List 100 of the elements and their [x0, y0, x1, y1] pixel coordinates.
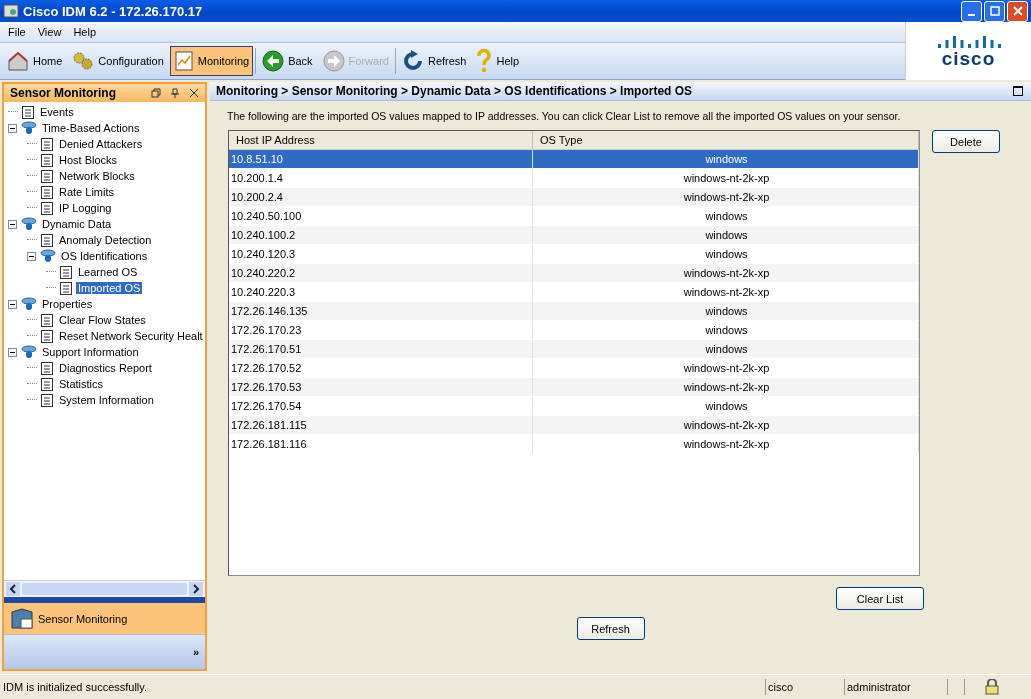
window-title: Cisco IDM 6.2 - 172.26.170.17 [23, 3, 204, 19]
refresh-icon [401, 50, 424, 72]
pin-icon[interactable] [170, 88, 180, 98]
close-icon[interactable] [189, 88, 199, 98]
document-icon [21, 104, 35, 120]
table-cell: 172.26.170.54 [229, 397, 533, 415]
table-row[interactable]: 10.8.51.10 windows [229, 150, 919, 169]
table-row[interactable]: 10.200.1.4 windows-nt-2k-xp [229, 169, 919, 188]
tree-item[interactable]: Time-Based Actions [40, 122, 142, 134]
table-row[interactable]: 172.26.170.53 windows-nt-2k-xp [229, 378, 919, 397]
table-row[interactable]: 10.240.220.2 windows-nt-2k-xp [229, 264, 919, 283]
table-cell: windows-nt-2k-xp [533, 359, 919, 377]
table-row[interactable]: 172.26.170.51 windows [229, 340, 919, 359]
tree-item[interactable]: Network Blocks [57, 170, 137, 182]
tree-item[interactable]: Imported OS [76, 282, 143, 294]
tree-item[interactable]: Rate Limits [57, 186, 117, 198]
tree-item[interactable]: Reset Network Security Healt [57, 330, 205, 342]
document-icon [40, 232, 54, 248]
table-cell: windows [533, 397, 919, 415]
gears-icon [72, 51, 95, 71]
table-row[interactable]: 172.26.170.54 windows [229, 397, 919, 416]
tree-item[interactable]: Denied Attackers [57, 138, 145, 150]
tree-item[interactable]: System Information [57, 394, 156, 406]
table-cell: 172.26.170.51 [229, 340, 533, 358]
tree-item[interactable]: Anomaly Detection [57, 234, 154, 246]
tree-item[interactable]: Learned OS [76, 266, 140, 278]
table-cell: windows-nt-2k-xp [533, 416, 919, 434]
collapse-icon[interactable] [27, 251, 37, 261]
table-row[interactable]: 172.26.181.115 windows-nt-2k-xp [229, 416, 919, 435]
table-row[interactable]: 10.200.2.4 windows-nt-2k-xp [229, 188, 919, 207]
table-row[interactable]: 172.26.146.135 windows [229, 302, 919, 321]
toolbar-button[interactable]: Refresh [397, 46, 471, 76]
more-button[interactable]: » [192, 646, 199, 658]
table-cell: 10.8.51.10 [229, 150, 533, 168]
table-cell: windows-nt-2k-xp [533, 169, 919, 187]
document-icon [40, 152, 54, 168]
panel-title: Sensor Monitoring [10, 86, 117, 100]
house-icon [7, 51, 29, 71]
table-cell: 10.240.50.100 [229, 207, 533, 225]
toolbar-button[interactable]: Help [472, 46, 524, 76]
column-header[interactable]: OS Type [533, 131, 919, 149]
document-icon [40, 392, 54, 408]
status-message: IDM is initialized successfully. [3, 681, 149, 693]
menu-item[interactable]: View [31, 26, 68, 38]
document-icon [40, 136, 54, 152]
menu-item[interactable]: Help [67, 26, 102, 38]
toolbar-button[interactable]: Home [3, 46, 67, 76]
table-cell: windows-nt-2k-xp [533, 283, 919, 301]
maximize-button[interactable] [984, 0, 1005, 22]
table-cell: windows-nt-2k-xp [533, 188, 919, 206]
table-cell: windows-nt-2k-xp [533, 264, 919, 282]
column-header[interactable]: Host IP Address [229, 131, 533, 149]
lock-icon [985, 679, 999, 695]
table-cell: windows [533, 150, 919, 168]
table-row[interactable]: 10.240.120.3 windows [229, 245, 919, 264]
tree-item[interactable]: Diagnostics Report [57, 362, 154, 374]
collapse-icon[interactable] [8, 347, 18, 357]
tree-item[interactable]: Dynamic Data [40, 218, 114, 230]
table-cell: 10.240.220.2 [229, 264, 533, 282]
table-row[interactable]: 10.240.50.100 windows [229, 207, 919, 226]
table-cell: windows [533, 340, 919, 358]
nav-button[interactable]: Sensor Monitoring [4, 603, 205, 635]
table-cell: windows [533, 226, 919, 244]
table-cell: 172.26.170.53 [229, 378, 533, 396]
toolbar-button[interactable]: Monitoring [169, 46, 254, 76]
table-row[interactable]: 172.26.181.116 windows-nt-2k-xp [229, 435, 919, 454]
tree-item[interactable]: Properties [40, 298, 95, 310]
collapse-icon[interactable] [8, 123, 18, 133]
tree-item[interactable]: Support Information [40, 346, 141, 358]
table-cell: windows [533, 245, 919, 263]
clear-list-button[interactable]: Clear List [836, 587, 924, 610]
table-row[interactable]: 172.26.170.23 windows [229, 321, 919, 340]
document-icon [40, 184, 54, 200]
refresh-button[interactable]: Refresh [576, 617, 645, 640]
document-icon [40, 312, 54, 328]
tree-item[interactable]: Clear Flow States [57, 314, 148, 326]
menu-item[interactable]: File [2, 26, 32, 38]
maximize-icon[interactable] [1013, 86, 1023, 96]
toolbar-button[interactable]: Configuration [68, 46, 168, 76]
document-icon [40, 168, 54, 184]
table-cell: 10.200.2.4 [229, 188, 533, 206]
horizontal-scrollbar[interactable] [4, 580, 205, 597]
restore-icon[interactable] [151, 88, 161, 98]
table-row[interactable]: 10.240.100.2 windows [229, 226, 919, 245]
collapse-icon[interactable] [8, 219, 18, 229]
collapse-icon[interactable] [8, 299, 18, 309]
tree-item[interactable]: IP Logging [57, 202, 114, 214]
tree-item[interactable]: Events [38, 106, 76, 118]
close-button[interactable] [1007, 0, 1028, 22]
toolbar-button[interactable]: Back [258, 46, 317, 76]
tree-item[interactable]: Statistics [57, 378, 105, 390]
document-icon [40, 328, 54, 344]
tree-item[interactable]: OS Identifications [59, 250, 150, 262]
table-row[interactable]: 172.26.170.52 windows-nt-2k-xp [229, 359, 919, 378]
maximize-icon [989, 6, 1000, 16]
tree-item[interactable]: Host Blocks [57, 154, 120, 166]
table-cell: windows-nt-2k-xp [533, 435, 919, 453]
delete-button[interactable]: Delete [932, 130, 1000, 153]
table-row[interactable]: 10.240.220.3 windows-nt-2k-xp [229, 283, 919, 302]
minimize-button[interactable] [961, 0, 982, 22]
